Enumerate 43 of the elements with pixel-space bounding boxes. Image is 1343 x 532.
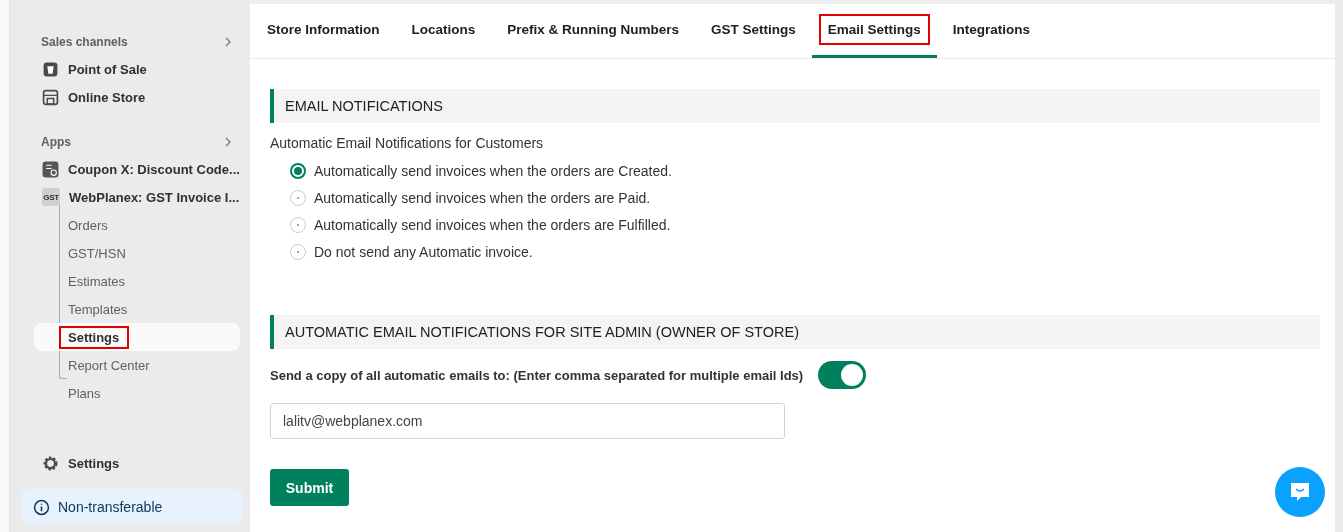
section-title: Sales channels xyxy=(41,35,128,49)
store-icon xyxy=(42,88,59,106)
nav-item[interactable]: Online Store xyxy=(18,83,243,111)
section-header: EMAIL NOTIFICATIONS xyxy=(270,89,1320,123)
toggle-switch[interactable] xyxy=(818,361,867,389)
section-subtitle: Automatic Email Notifications for Customers xyxy=(270,135,545,151)
tab[interactable]: Locations xyxy=(395,4,492,58)
radio-label: Automatically send invoices when the orders are Paid. xyxy=(314,190,651,206)
chat-icon xyxy=(1288,480,1312,504)
section-title: Apps xyxy=(41,135,71,149)
nav-subitem[interactable]: Report Center xyxy=(34,351,240,379)
tab[interactable]: Store Information xyxy=(251,4,396,58)
chevron-right-icon[interactable] xyxy=(223,37,233,47)
submit-button[interactable]: Submit xyxy=(270,469,349,506)
tab[interactable]: Integrations xyxy=(936,4,1047,58)
app-icon xyxy=(42,160,59,178)
info-icon xyxy=(33,498,50,516)
app-icon: GST xyxy=(42,188,60,206)
radio-label: Automatically send invoices when the orders are Created. xyxy=(314,163,672,179)
nav-subitem[interactable]: Settings xyxy=(34,323,240,351)
nav-subitem[interactable]: Plans xyxy=(34,379,240,407)
nav-subitem[interactable]: GST/HSN xyxy=(34,239,240,267)
nav-subitem[interactable]: Estimates xyxy=(34,267,240,295)
chat-button[interactable] xyxy=(1275,467,1325,517)
nav-item[interactable]: Point of Sale xyxy=(18,55,243,83)
tab[interactable]: GST Settings xyxy=(695,4,812,58)
settings-link[interactable]: Settings xyxy=(18,449,243,477)
radio-label: Do not send any Automatic invoice. xyxy=(314,244,533,260)
notice-banner: Non-transferable xyxy=(21,489,243,525)
field-label: Send a copy of all automatic emails to: (Enter comma separated for multiple email Ids) xyxy=(270,367,804,383)
settings-icon xyxy=(42,454,59,472)
nav-item[interactable]: GST WebPlanex: GST Invoice I... xyxy=(18,183,243,211)
chevron-right-icon[interactable] xyxy=(223,137,233,147)
nav-subitem[interactable]: Templates xyxy=(34,295,240,323)
tab[interactable]: Prefix & Running Numbers xyxy=(491,4,696,58)
section-header: AUTOMATIC EMAIL NOTIFICATIONS FOR SITE ADMIN (OWNER OF STORE) xyxy=(270,315,1320,349)
email-input-field[interactable]: lalitv@webplanex.com xyxy=(270,403,785,439)
radio-button[interactable] xyxy=(290,163,306,179)
nav-item[interactable]: Coupon X: Discount Code... xyxy=(18,155,243,183)
tab[interactable]: Email Settings xyxy=(811,4,937,58)
nav-subitem[interactable]: Orders xyxy=(34,211,240,239)
radio-label: Automatically send invoices when the orders are Fulfilled. xyxy=(314,217,671,233)
shopping-bag-icon xyxy=(42,60,59,78)
